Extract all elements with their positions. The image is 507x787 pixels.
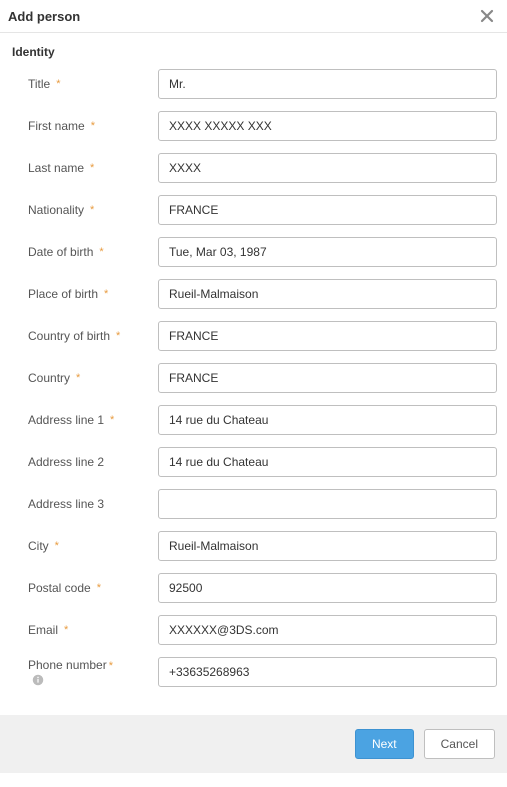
input-address1[interactable]: [158, 405, 497, 435]
label-postal-code: Postal code*: [28, 581, 158, 595]
input-title[interactable]: [158, 69, 497, 99]
label-email: Email*: [28, 623, 158, 637]
label-address1: Address line 1*: [28, 413, 158, 427]
label-country-of-birth: Country of birth*: [28, 329, 158, 343]
input-first-name[interactable]: [158, 111, 497, 141]
row-country: Country*: [10, 363, 497, 393]
cancel-button[interactable]: Cancel: [424, 729, 495, 759]
dialog-header: Add person: [0, 0, 507, 33]
row-postal-code: Postal code*: [10, 573, 497, 603]
label-city: City*: [28, 539, 158, 553]
label-address2: Address line 2: [28, 455, 158, 469]
close-icon[interactable]: [479, 8, 495, 24]
label-country: Country*: [28, 371, 158, 385]
next-button[interactable]: Next: [355, 729, 414, 759]
row-last-name: Last name*: [10, 153, 497, 183]
row-address2: Address line 2: [10, 447, 497, 477]
input-place-of-birth[interactable]: [158, 279, 497, 309]
row-city: City*: [10, 531, 497, 561]
dialog-body: Identity Title* First name* Last name* N…: [0, 33, 507, 715]
input-city[interactable]: [158, 531, 497, 561]
section-identity: Identity: [12, 45, 497, 59]
label-first-name: First name*: [28, 119, 158, 133]
label-nationality: Nationality*: [28, 203, 158, 217]
row-first-name: First name*: [10, 111, 497, 141]
row-address3: Address line 3: [10, 489, 497, 519]
label-last-name: Last name*: [28, 161, 158, 175]
input-country[interactable]: [158, 363, 497, 393]
input-country-of-birth[interactable]: [158, 321, 497, 351]
info-icon[interactable]: [32, 674, 44, 686]
dialog-footer: Next Cancel: [0, 715, 507, 773]
row-title: Title*: [10, 69, 497, 99]
row-email: Email*: [10, 615, 497, 645]
row-place-of-birth: Place of birth*: [10, 279, 497, 309]
input-address3[interactable]: [158, 489, 497, 519]
input-email[interactable]: [158, 615, 497, 645]
row-phone: Phone number*: [10, 657, 497, 687]
input-phone[interactable]: [158, 657, 497, 687]
row-address1: Address line 1*: [10, 405, 497, 435]
label-phone: Phone number*: [28, 658, 158, 686]
input-address2[interactable]: [158, 447, 497, 477]
input-postal-code[interactable]: [158, 573, 497, 603]
row-nationality: Nationality*: [10, 195, 497, 225]
label-address3: Address line 3: [28, 497, 158, 511]
input-last-name[interactable]: [158, 153, 497, 183]
add-person-dialog: Add person Identity Title* First name* L…: [0, 0, 507, 773]
row-date-of-birth: Date of birth*: [10, 237, 497, 267]
input-date-of-birth[interactable]: [158, 237, 497, 267]
row-country-of-birth: Country of birth*: [10, 321, 497, 351]
label-place-of-birth: Place of birth*: [28, 287, 158, 301]
dialog-title: Add person: [8, 9, 80, 24]
label-date-of-birth: Date of birth*: [28, 245, 158, 259]
label-title: Title*: [28, 77, 158, 91]
input-nationality[interactable]: [158, 195, 497, 225]
